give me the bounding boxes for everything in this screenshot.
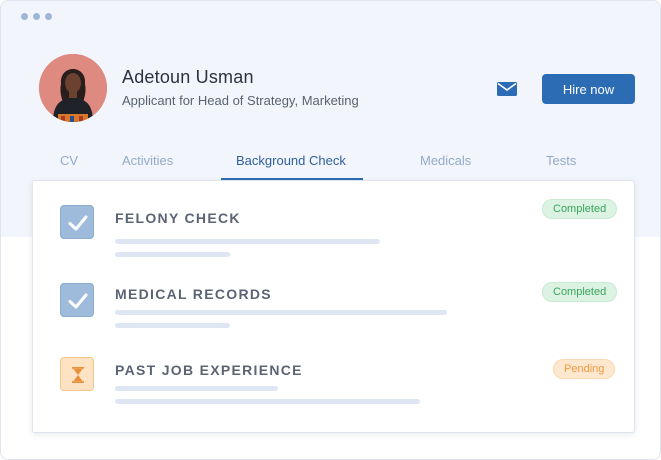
status-badge: Pending — [553, 359, 616, 379]
tab-tests[interactable]: Tests — [546, 153, 576, 168]
window-dot[interactable] — [33, 13, 40, 20]
placeholder-bar — [115, 310, 447, 315]
checkmark-icon — [68, 215, 88, 231]
checkmark-icon — [68, 293, 88, 309]
applicant-role: Applicant for Head of Strategy, Marketin… — [122, 93, 359, 108]
mail-button[interactable] — [495, 79, 519, 99]
tab-cv[interactable]: CV — [60, 153, 78, 168]
status-badge: Completed — [542, 282, 618, 302]
check-title: FELONY CHECK — [115, 210, 241, 226]
check-title: MEDICAL RECORDS — [115, 286, 272, 302]
applicant-photo-icon — [39, 54, 107, 122]
status-badge: Completed — [542, 199, 618, 219]
tab-background-check[interactable]: Background Check — [236, 153, 346, 168]
placeholder-bar — [115, 399, 420, 404]
window-controls — [21, 13, 52, 20]
avatar — [39, 54, 107, 122]
envelope-icon — [497, 82, 517, 96]
background-check-card: FELONY CHECK Completed MEDICAL RECORDS C… — [32, 180, 635, 433]
placeholder-bar — [115, 239, 380, 244]
past-job-experience-status-box[interactable] — [60, 357, 94, 391]
placeholder-bar — [115, 323, 230, 328]
applicant-name: Adetoun Usman — [122, 67, 254, 87]
hourglass-icon — [72, 367, 84, 383]
window-dot[interactable] — [21, 13, 28, 20]
app-window: Adetoun Usman Applicant for Head of Stra… — [0, 0, 661, 460]
placeholder-bar — [115, 252, 230, 257]
tab-medicals[interactable]: Medicals — [420, 153, 471, 168]
hire-now-button[interactable]: Hire now — [542, 74, 635, 104]
placeholder-bar — [115, 386, 278, 391]
felony-check-status-box[interactable] — [60, 205, 94, 239]
check-title: PAST JOB EXPERIENCE — [115, 362, 303, 378]
window-dot[interactable] — [45, 13, 52, 20]
tab-activities[interactable]: Activities — [122, 153, 173, 168]
medical-records-status-box[interactable] — [60, 283, 94, 317]
